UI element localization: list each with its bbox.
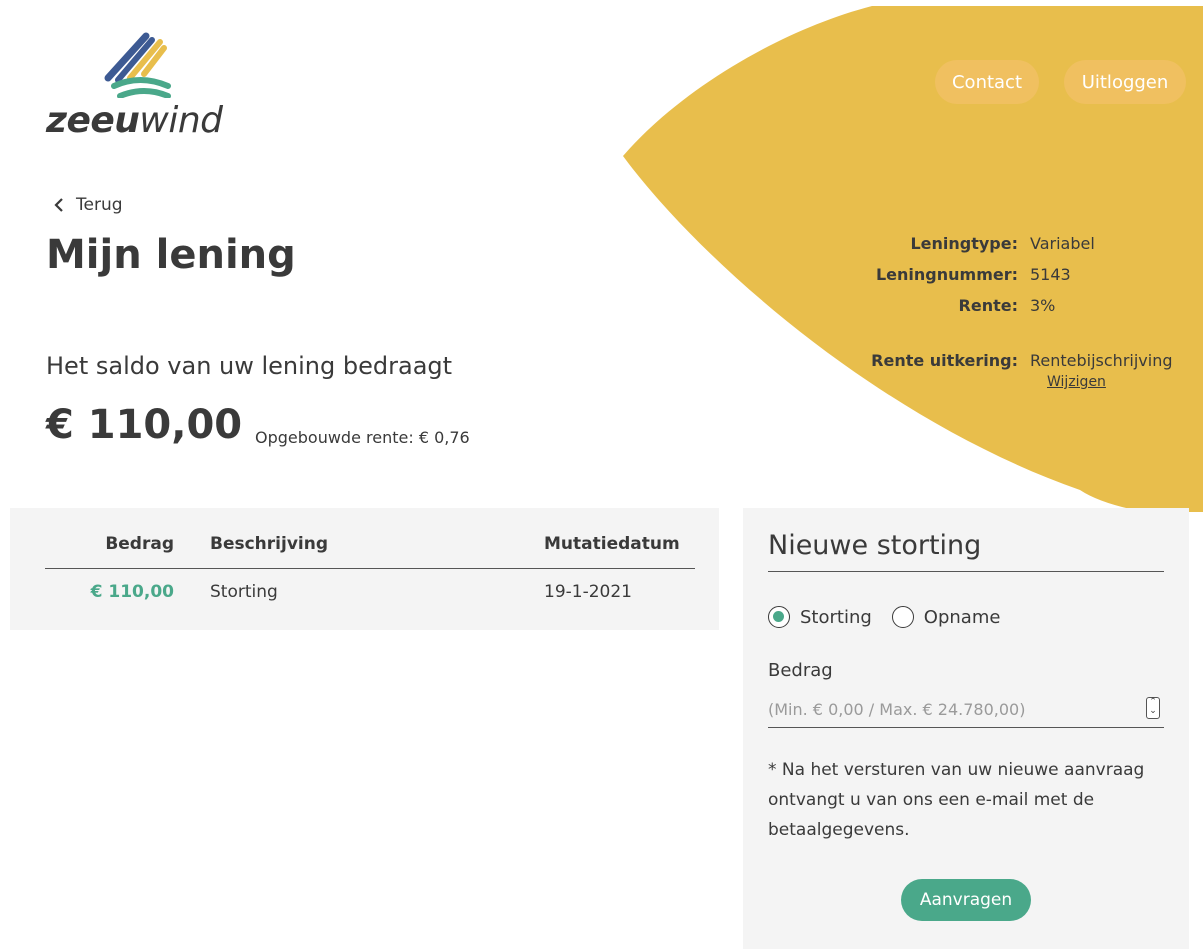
radio-deposit-label: Storting [800,606,872,628]
logout-button[interactable]: Uitloggen [1064,60,1186,104]
interest-rate-row: Rente: 3% [830,290,1200,321]
form-title: Nieuwe storting [768,530,1164,572]
logo-mark-icon [104,32,171,98]
zeeuwind-logo[interactable]: zeeuwind [46,28,223,141]
new-deposit-form: Nieuwe storting Storting Opname Bedrag ⌃… [743,508,1189,949]
interest-rate-value: 3% [1030,296,1056,315]
loan-type-value: Variabel [1030,234,1095,253]
radio-deposit-indicator[interactable] [768,606,790,628]
transactions-table: Bedrag Beschrijving Mutatiedatum € 110,0… [10,508,719,630]
header-amount: Bedrag [105,534,174,554]
loan-number-label: Leningnummer: [875,265,1018,284]
back-link[interactable]: Terug [54,195,123,215]
number-stepper-icon[interactable]: ⌃ ⌄ [1146,697,1160,719]
loan-number-value: 5143 [1030,265,1071,284]
change-payout-link[interactable]: Wijzigen [1047,374,1200,390]
header-description: Beschrijving [210,534,329,554]
row-date: 19-1-2021 [544,582,632,602]
loan-number-row: Leningnummer: 5143 [830,259,1200,290]
page-title: Mijn lening [46,232,296,278]
loan-info: Leningtype: Variabel Leningnummer: 5143 … [830,228,1200,390]
saldo-label: Het saldo van uw lening bedraagt [46,352,453,380]
radio-withdraw-label: Opname [923,606,1001,628]
submit-request-button[interactable]: Aanvragen [901,879,1031,921]
interest-payout-row: Rente uitkering: Rentebijschrijving [830,345,1200,376]
interest-rate-label: Rente: [958,296,1018,315]
saldo-amount: € 110,00 [46,402,243,448]
radio-deposit[interactable]: Storting [768,606,872,628]
header-date: Mutatiedatum [544,534,680,554]
type-radio-group: Storting Opname [768,606,1000,628]
back-label: Terug [76,195,123,215]
row-amount: € 110,00 [90,582,174,602]
table-header: Bedrag Beschrijving Mutatiedatum [45,534,695,569]
amount-input[interactable] [768,691,1164,728]
row-description: Storting [210,582,278,602]
interest-payout-label: Rente uitkering: [871,351,1018,370]
form-note: * Na het versturen van uw nieuwe aanvraa… [768,760,1145,840]
logo-wordmark: zeeuwind [46,100,223,141]
loan-type-label: Leningtype: [910,234,1018,253]
interest-payout-value: Rentebijschrijving [1030,351,1173,370]
amount-label: Bedrag [768,660,833,681]
accrued-interest: Opgebouwde rente: € 0,76 [255,428,470,447]
table-row: € 110,00 Storting 19-1-2021 [45,582,695,612]
radio-withdraw[interactable]: Opname [891,606,1001,628]
chevron-left-icon [54,198,63,212]
loan-type-row: Leningtype: Variabel [830,228,1200,259]
contact-button[interactable]: Contact [935,60,1039,104]
radio-withdraw-indicator[interactable] [891,606,914,628]
